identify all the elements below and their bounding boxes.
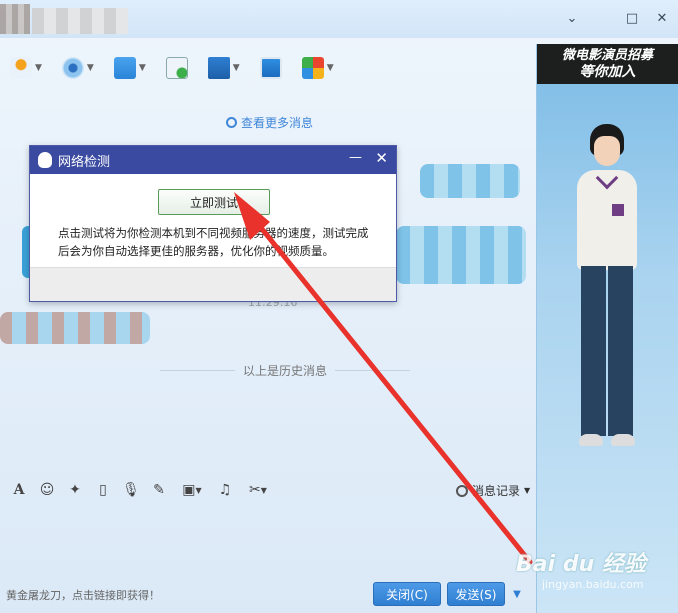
magic-wand-button[interactable]: ✦ (66, 481, 84, 499)
voice-call-button[interactable]: ▼ (10, 57, 42, 79)
music-button[interactable]: ♫ (216, 481, 234, 499)
contact-avatar[interactable] (0, 4, 30, 34)
chevron-down-icon[interactable]: ▼ (35, 63, 42, 73)
close-window-button[interactable]: ✕ (652, 8, 672, 28)
network-test-dialog: 网络检测 — ✕ 立即测试 点击测试将为你检测本机到不同视频服务器的速度，测试完… (29, 145, 397, 302)
message-plus-icon (165, 57, 188, 79)
chevron-down-icon: ▼ (524, 486, 531, 495)
monitor-icon (207, 57, 230, 79)
send-file-button[interactable]: ▼ (113, 57, 146, 79)
vibrate-button[interactable]: ▯ (94, 481, 112, 499)
blurred-message (0, 312, 150, 344)
emoji-button[interactable]: ☺ (38, 481, 56, 499)
dialog-footer (30, 267, 396, 301)
watermark-logo-text: Bai du 经验 (516, 552, 646, 577)
blurred-message (420, 164, 520, 198)
chevron-down-icon[interactable]: ▼ (233, 63, 240, 73)
screen-share-button[interactable] (259, 57, 282, 79)
ad-banner-line2: 等你加入 (579, 64, 636, 80)
watermark-url: jingyan.baidu.com (542, 578, 644, 591)
chat-toolbar: ▼ ▼ ▼ ▼ ▼ (0, 50, 344, 86)
history-icon (456, 484, 468, 497)
contact-name (32, 8, 128, 34)
remote-desktop-button[interactable]: ▼ (207, 57, 240, 79)
dialog-description: 点击测试将为你检测本机到不同视频服务器的速度，测试完成后会为你自动选择更佳的服务… (58, 226, 369, 258)
model-figure (567, 124, 647, 464)
message-record-label: 消息记录 (472, 484, 521, 498)
minimize-button[interactable]: ⌄ (562, 8, 582, 28)
microphone-icon (10, 57, 32, 79)
promo-link[interactable]: 黄金屠龙刀，点击链接即获得！ (6, 587, 160, 603)
dialog-title: 网络检测 (58, 154, 111, 170)
add-contact-button[interactable] (165, 57, 188, 79)
test-now-button[interactable]: 立即测试 (158, 189, 270, 215)
chevron-down-icon[interactable]: ▼ (87, 63, 94, 73)
video-call-button[interactable]: ▼ (61, 57, 94, 79)
send-button[interactable]: 发送(S) (447, 582, 505, 606)
webcam-icon (61, 57, 84, 79)
history-divider: 以上是历史消息 (160, 362, 411, 379)
screenshot-button[interactable]: ✂ ▼ (244, 481, 272, 499)
ad-sidebar[interactable]: 微电影演员招募 等你加入 (536, 44, 678, 613)
bottom-bar: 黄金屠龙刀，点击链接即获得！ 关闭(C) 发送(S) ▼ (0, 578, 536, 613)
blurred-message (396, 226, 526, 284)
voice-message-button[interactable]: 🎙 (122, 481, 140, 499)
edit-button[interactable]: ✎ (150, 481, 168, 499)
baidu-watermark: Bai du 经验 jingyan.baidu.com (516, 546, 676, 608)
ad-banner[interactable]: 微电影演员招募 等你加入 (537, 44, 678, 84)
font-button[interactable]: A (10, 481, 28, 499)
maximize-button[interactable]: □ (622, 8, 642, 28)
title-bar: ⌄ □ ✕ (0, 0, 678, 38)
chevron-down-icon[interactable]: ▼ (327, 63, 334, 73)
clock-icon (226, 117, 237, 128)
dialog-minimize-button[interactable]: — (349, 150, 362, 165)
more-messages-label: 查看更多消息 (241, 116, 314, 130)
history-divider-label: 以上是历史消息 (243, 364, 328, 378)
close-button[interactable]: 关闭(C) (373, 582, 441, 606)
share-screen-icon (259, 57, 282, 79)
more-messages-link[interactable]: 查看更多消息 (226, 114, 313, 131)
folder-icon (113, 57, 136, 79)
dialog-title-bar[interactable]: 网络检测 — ✕ (30, 146, 396, 174)
apps-grid-icon (301, 57, 324, 79)
ad-banner-line1: 微电影演员招募 (561, 48, 653, 63)
dialog-close-button[interactable]: ✕ (375, 149, 388, 167)
chevron-down-icon[interactable]: ▼ (139, 63, 146, 73)
qq-penguin-icon (38, 152, 52, 168)
message-record-button[interactable]: 消息记录 ▼ (456, 482, 530, 499)
apps-button[interactable]: ▼ (301, 57, 334, 79)
image-button[interactable]: ▣ ▼ (178, 481, 206, 499)
